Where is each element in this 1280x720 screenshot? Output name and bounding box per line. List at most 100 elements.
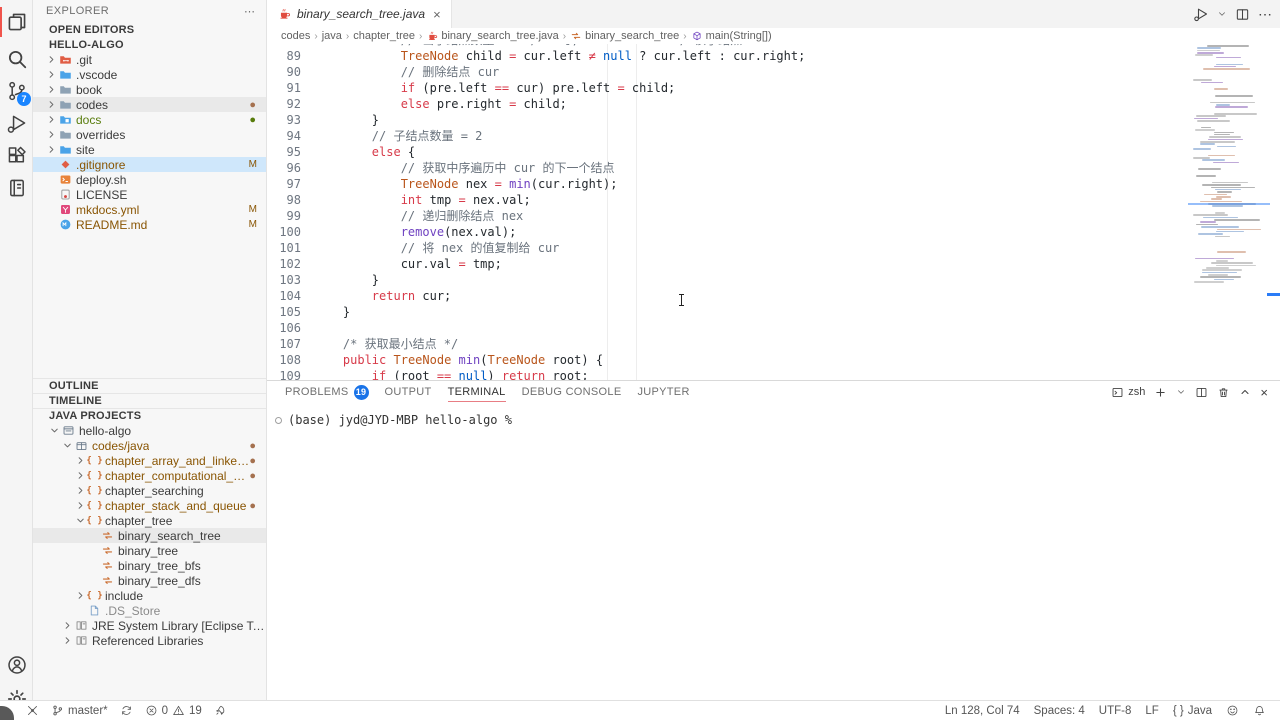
code-line-107: 107 /* 获取最小结点 */ <box>267 336 805 352</box>
panel-tab-problems[interactable]: PROBLEMS19 <box>285 381 369 403</box>
activity-notebook-icon[interactable] <box>0 171 33 205</box>
line-number: 101 <box>267 240 301 256</box>
tab-binary-search-tree[interactable]: binary_search_tree.java × <box>267 0 452 28</box>
tree-item-label: hello-algo <box>79 424 131 438</box>
more-actions-button[interactable]: ⋯ <box>1258 6 1272 23</box>
tree-item-mkdocs.yml[interactable]: mkdocs.ymlM <box>33 202 266 217</box>
line-number: 102 <box>267 256 301 272</box>
tree-item-label: chapter_searching <box>105 484 204 498</box>
breadcrumb-item[interactable]: chapter_tree <box>353 30 415 42</box>
tree-item-deploy.sh[interactable]: deploy.sh <box>33 172 266 187</box>
panel-tab-label: JUPYTER <box>637 386 689 398</box>
encoding[interactable]: UTF-8 <box>1099 705 1132 717</box>
tree-item-codesjava[interactable]: codes/java● <box>33 438 266 453</box>
close-panel-button[interactable]: × <box>1260 385 1268 400</box>
sync-button[interactable] <box>120 704 133 717</box>
tree-item-binary_tree_bfs[interactable]: binary_tree_bfs <box>33 558 266 573</box>
open-editors-section[interactable]: OPEN EDITORS <box>33 22 266 37</box>
tree-item-binary_tree_dfs[interactable]: binary_tree_dfs <box>33 573 266 588</box>
split-editor-button[interactable] <box>1235 7 1250 22</box>
tree-item-chapter_computational_complexity[interactable]: { }chapter_computational_complexity● <box>33 468 266 483</box>
close-icon[interactable]: × <box>431 7 443 22</box>
folder-icon <box>58 98 73 111</box>
bell-icon[interactable] <box>1253 704 1266 717</box>
breadcrumb-item[interactable]: main(String[]) <box>691 30 772 42</box>
tree-item-chapter_stack_and_queue[interactable]: { }chapter_stack_and_queue● <box>33 498 266 513</box>
breadcrumb-item[interactable]: codes <box>281 30 310 42</box>
code-line-96: 96 // 获取中序遍历中 cur 的下一个结点 <box>267 160 805 176</box>
chevron-down-icon[interactable] <box>1176 387 1186 397</box>
line-number: 103 <box>267 272 301 288</box>
tree-item-.gitignore[interactable]: .gitignoreM <box>33 157 266 172</box>
feedback-smiley-icon[interactable] <box>1226 704 1239 717</box>
tree-item-overrides[interactable]: overrides <box>33 127 266 142</box>
java-projects-section[interactable]: JAVA PROJECTS <box>33 408 266 423</box>
tree-item-binary_tree[interactable]: binary_tree <box>33 543 266 558</box>
indentation[interactable]: Spaces: 4 <box>1034 705 1085 717</box>
panel-tab-label: PROBLEMS <box>285 386 349 398</box>
breadcrumb-label: java <box>322 30 342 42</box>
tree-item-label: docs <box>76 113 101 127</box>
tree-item-.DS_Store[interactable]: .DS_Store <box>33 603 266 618</box>
eol[interactable]: LF <box>1145 705 1158 717</box>
debug-run-icon[interactable] <box>214 704 227 717</box>
tree-item-chapter_array_and_linkedlist[interactable]: { }chapter_array_and_linkedlist● <box>33 453 266 468</box>
tree-item-docs[interactable]: docs● <box>33 112 266 127</box>
tree-item-LICENSE[interactable]: LICENSE <box>33 187 266 202</box>
explorer-sidebar: EXPLORER ⋯ OPEN EDITORS HELLO-ALGO .git.… <box>33 0 267 700</box>
tree-item-codes[interactable]: codes● <box>33 97 266 112</box>
activity-run-and-debug-icon[interactable] <box>0 106 33 140</box>
timeline-label: TIMELINE <box>49 395 102 407</box>
activity-source-control-icon[interactable]: 7 <box>0 74 33 108</box>
chevron-down-icon <box>61 440 74 451</box>
outline-section[interactable]: OUTLINE <box>33 378 266 393</box>
tree-item-chapter_searching[interactable]: { }chapter_searching <box>33 483 266 498</box>
tree-item-JRESystemLibraryEclipseTemurin1717....[interactable]: JRE System Library [Eclipse Temurin 17 [… <box>33 618 266 633</box>
language-mode[interactable]: { } Java <box>1173 705 1212 717</box>
problems-indicator[interactable]: 0 19 <box>145 704 202 717</box>
tree-item-book[interactable]: book <box>33 82 266 97</box>
class-icon <box>100 559 115 572</box>
maximize-panel-button[interactable] <box>1239 386 1251 398</box>
tree-item-site[interactable]: site <box>33 142 266 157</box>
activity-search-icon[interactable] <box>0 42 33 76</box>
launch-profile-button[interactable]: zsh <box>1111 386 1145 399</box>
trash-icon[interactable] <box>1217 386 1230 399</box>
panel-tab-jupyter[interactable]: JUPYTER <box>637 381 689 403</box>
panel-tab-output[interactable]: OUTPUT <box>385 381 432 403</box>
breadcrumb-item[interactable]: binary_search_tree.java <box>426 30 558 42</box>
new-terminal-button[interactable] <box>1154 386 1167 399</box>
folder-docs-icon <box>58 113 73 126</box>
terminal-content[interactable]: (base) jyd@JYD-MBP hello-algo % <box>275 413 512 427</box>
tree-item-.vscode[interactable]: .vscode <box>33 67 266 82</box>
code-area[interactable]: 88 // 当子结点数量 = 0 / 1 时, child = null / 该… <box>267 44 1280 380</box>
tools-icon[interactable] <box>26 704 39 717</box>
git-branch-indicator[interactable]: master* <box>51 704 108 717</box>
breadcrumb-item[interactable]: java <box>322 30 342 42</box>
explorer-more-icon[interactable]: ⋯ <box>244 5 256 18</box>
activity-account-icon[interactable] <box>0 648 33 682</box>
chevron-right-icon <box>45 54 58 65</box>
library-icon <box>74 634 89 647</box>
activity-extensions-icon[interactable] <box>0 139 33 173</box>
tree-item-binary_search_tree[interactable]: binary_search_tree <box>33 528 266 543</box>
tree-item-chapter_tree[interactable]: { }chapter_tree <box>33 513 266 528</box>
tree-item-include[interactable]: { }include <box>33 588 266 603</box>
tree-item-README.md[interactable]: README.mdM <box>33 217 266 232</box>
tree-item-.git[interactable]: .git <box>33 52 266 67</box>
run-button[interactable] <box>1193 6 1209 22</box>
panel-tab-debug-console[interactable]: DEBUG CONSOLE <box>522 381 622 403</box>
warning-count: 19 <box>189 705 202 717</box>
timeline-section[interactable]: TIMELINE <box>33 393 266 408</box>
panel-tab-terminal[interactable]: TERMINAL <box>448 381 506 403</box>
root-folder-section[interactable]: HELLO-ALGO <box>33 37 266 52</box>
tree-item-hello-algo[interactable]: hello-algo <box>33 423 266 438</box>
terminal-prompt-line: (base) jyd@JYD-MBP hello-algo % <box>288 413 512 427</box>
cursor-position[interactable]: Ln 128, Col 74 <box>945 705 1020 717</box>
activity-explorer-icon[interactable] <box>0 5 33 39</box>
chevron-down-icon[interactable] <box>1217 9 1227 19</box>
split-terminal-button[interactable] <box>1195 386 1208 399</box>
tree-item-ReferencedLibraries[interactable]: Referenced Libraries <box>33 633 266 648</box>
breadcrumb-item[interactable]: binary_search_tree <box>570 30 679 42</box>
minimap[interactable] <box>1192 44 1264 380</box>
